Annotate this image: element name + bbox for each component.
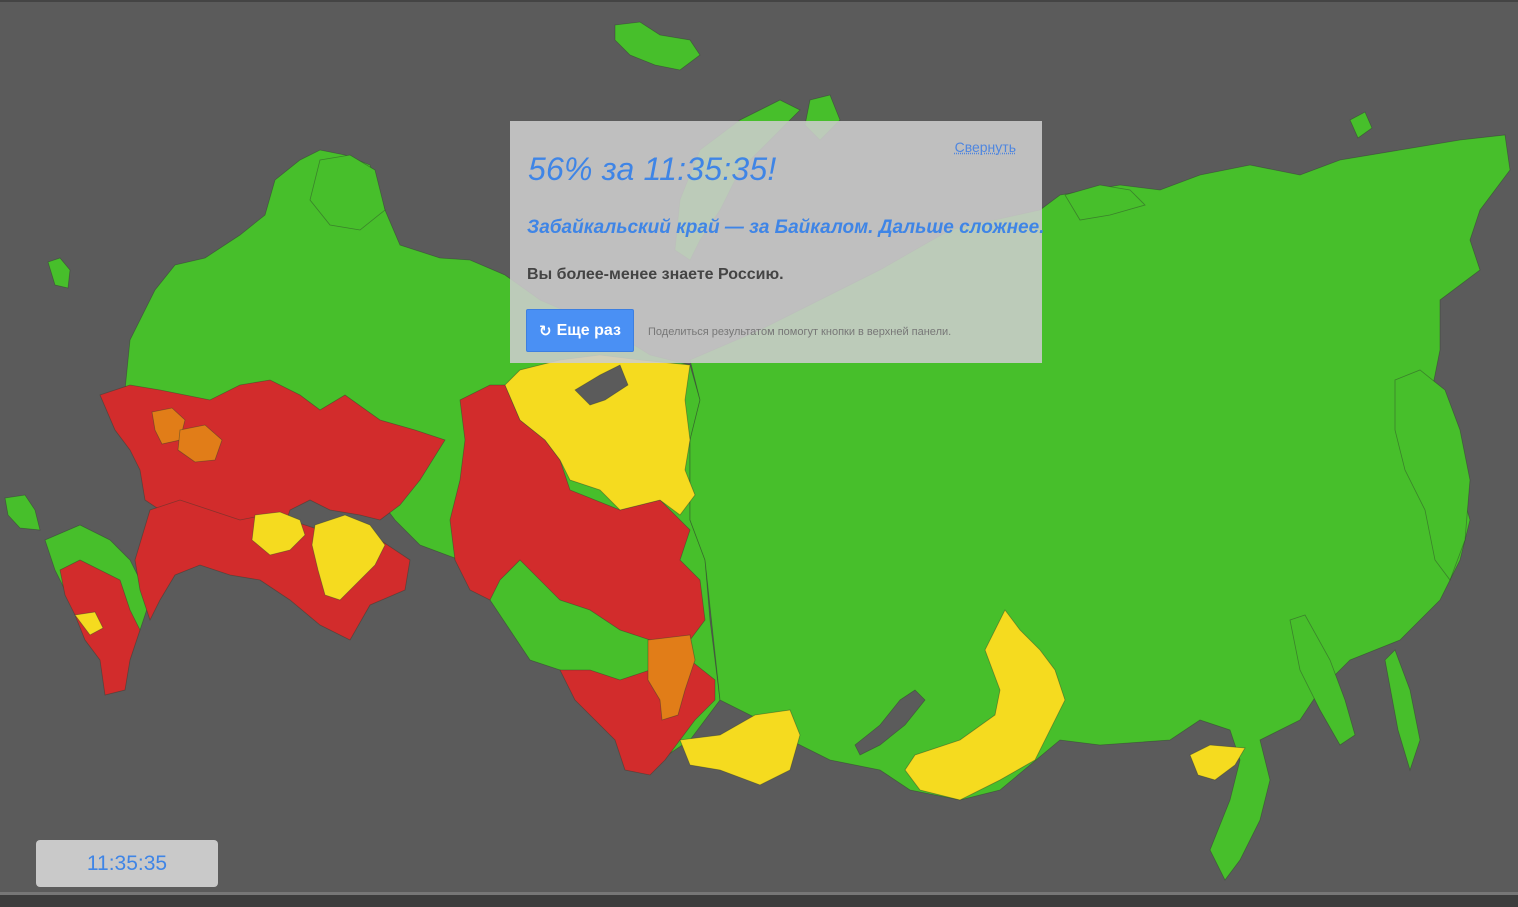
timer-value: 11:35:35 [86, 851, 168, 875]
region-wrangel[interactable] [1349, 111, 1373, 139]
hint-text: Забайкальский край — за Байкалом. Дальше… [527, 217, 1045, 238]
verdict-text: Вы более-менее знаете Россию. [527, 266, 784, 283]
retry-button[interactable]: ↻ Еще раз [526, 309, 634, 352]
share-note: Поделиться результатом помогут кнопки в … [648, 326, 952, 338]
timer-display: 11:35:35 [36, 840, 218, 887]
bottom-bar [0, 892, 1518, 907]
region-kaliningrad[interactable] [47, 257, 71, 289]
retry-label: Еще раз [556, 321, 621, 339]
region-franz-josef[interactable] [614, 21, 701, 71]
score-heading: 56% за 11:35:35! [528, 151, 777, 187]
refresh-icon: ↻ [539, 322, 552, 340]
region-crimea[interactable] [4, 494, 41, 531]
result-panel: Свернуть 56% за 11:35:35! Забайкальский … [510, 121, 1045, 363]
collapse-link[interactable]: Свернуть [955, 139, 1016, 155]
region-kurils[interactable] [1384, 649, 1421, 772]
